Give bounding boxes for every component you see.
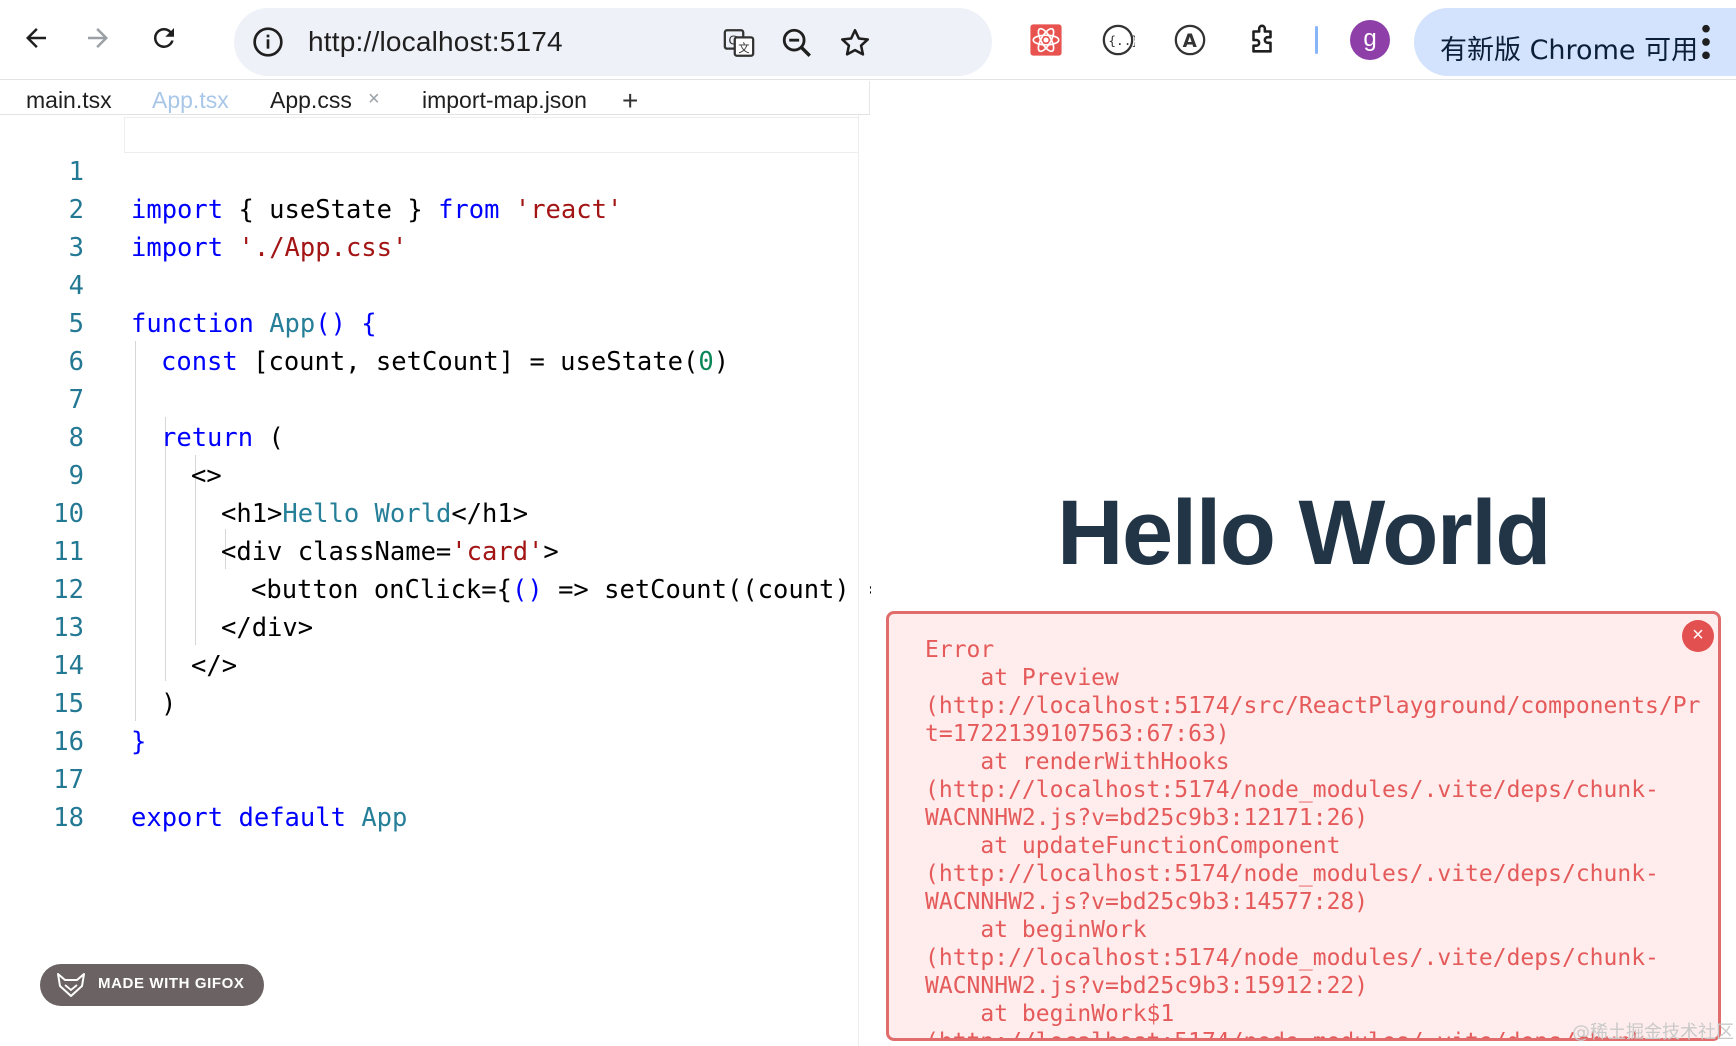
profile-avatar[interactable]: g (1350, 20, 1390, 60)
code-line: 17 export default App (0, 723, 870, 833)
code-line: 8 <> (0, 381, 870, 491)
error-line: t=1722139107563:67:63) (925, 721, 1230, 747)
code-line: 12 </div> (0, 533, 870, 643)
svg-text:文: 文 (738, 41, 749, 55)
code-editor-panel: main.tsx App.tsx App.css × import-map.js… (0, 81, 880, 1046)
code-line: 11 <button onClick={() => setCount((coun… (0, 495, 880, 605)
update-label: 有新版 Chrome 可用 (1440, 35, 1699, 66)
code-line: 16 (0, 685, 870, 757)
code-line: 3 (0, 191, 870, 263)
chrome-update-button[interactable]: 有新版 Chrome 可用 (1414, 8, 1736, 76)
extensions-button[interactable] (1244, 22, 1280, 58)
error-line: at updateFunctionComponent (925, 833, 1341, 859)
letter-a-icon: A (1174, 24, 1206, 56)
close-icon[interactable]: × (368, 88, 380, 111)
tab-import-map[interactable]: import-map.json (422, 87, 587, 114)
error-overlay: Error at Preview (http://localhost:5174/s… (886, 611, 1721, 1041)
error-stack: Error at Preview (http://localhost:5174/s… (925, 636, 1715, 1038)
error-line: (http://localhost:5174/src/ReactPlaygrou… (925, 693, 1701, 719)
code-line: 15 } (0, 647, 870, 757)
error-line: WACNNHW2.js?v=bd25c9b3:15912:22) (925, 973, 1369, 999)
toolbar-divider (1315, 26, 1318, 54)
svg-text:{..}: {..} (1108, 34, 1135, 49)
arrow-left-icon (26, 28, 46, 48)
back-button[interactable] (18, 20, 54, 56)
error-line: (http://localhost:5174/node_modules/.vit… (925, 861, 1659, 887)
code-line: 5 const [count, setCount] = useState(0) (0, 267, 870, 377)
watermark: @稀土掘金技术社区 (1572, 1022, 1734, 1043)
puzzle-icon (1252, 24, 1272, 53)
star-icon[interactable] (838, 26, 872, 60)
preview-panel: Hello World Error at Preview (http://loca… (871, 81, 1736, 1046)
editor-scrollbar[interactable] (858, 115, 870, 1046)
braces-icon: {..} (1102, 24, 1135, 56)
gifox-label: MADE WITH GIFOX (98, 975, 245, 992)
error-line: Error (925, 637, 995, 663)
reload-icon (153, 27, 174, 48)
error-line: WACNNHW2.js?v=bd25c9b3:12171:26) (925, 805, 1369, 831)
error-line: at Preview (925, 665, 1119, 691)
url-text[interactable]: http://localhost:5174 (308, 26, 563, 58)
translate-icon[interactable]: G 文 (722, 26, 756, 60)
code-line: 1 import { useState } from 'react' (0, 115, 870, 225)
code-text[interactable]: export default App (131, 799, 407, 837)
react-icon (1030, 24, 1062, 56)
file-tabs: main.tsx App.tsx App.css × import-map.js… (0, 81, 870, 117)
error-line: (http://localhost:5174/node_modules/.vit… (925, 777, 1659, 803)
browser-toolbar: http://localhost:5174 G 文 {..} (0, 0, 1736, 80)
preview-heading: Hello World (1057, 482, 1551, 584)
code-line: 4 function App() { (0, 229, 870, 339)
reload-button[interactable] (146, 20, 182, 56)
info-circle-icon[interactable] (252, 26, 284, 58)
address-bar[interactable]: http://localhost:5174 G 文 (234, 8, 992, 76)
tab-app-tsx[interactable]: App.tsx (152, 87, 229, 114)
json-extension-button[interactable]: {..} (1100, 22, 1136, 58)
code-line: 9 <h1>Hello World</h1> (0, 419, 870, 529)
tab-main-tsx[interactable]: main.tsx (26, 87, 112, 114)
kebab-icon[interactable] (1696, 22, 1716, 62)
error-line: at beginWork (925, 917, 1147, 943)
svg-text:A: A (1183, 31, 1198, 52)
code-line: 6 (0, 305, 870, 377)
fox-icon (57, 973, 85, 997)
error-line: WACNNHW2.js?v=bd25c9b3:14577:28) (925, 889, 1369, 915)
tab-app-css[interactable]: App.css (270, 87, 352, 114)
error-line: (http://localhost:5174/node_modules/.vit… (925, 945, 1659, 971)
forward-button[interactable] (80, 20, 116, 56)
code-line: 2 import './App.css' (0, 153, 870, 263)
error-line: at renderWithHooks (925, 749, 1230, 775)
add-tab-button[interactable]: + (622, 85, 638, 117)
gifox-badge: MADE WITH GIFOX (40, 964, 264, 1006)
line-number: 18 (53, 803, 84, 833)
extension-a-button[interactable]: A (1172, 22, 1208, 58)
code-line: 18 (0, 761, 870, 833)
close-error-button[interactable]: × (1682, 620, 1714, 652)
code-line: 7 return ( (0, 343, 870, 453)
code-line: 14 ) (0, 609, 870, 719)
code-line: 13 </> (0, 571, 870, 681)
react-devtools-button[interactable] (1028, 22, 1064, 58)
code-line: 10 <div className='card'> (0, 457, 870, 567)
zoom-out-icon[interactable] (780, 26, 814, 60)
arrow-right-icon (88, 28, 108, 48)
